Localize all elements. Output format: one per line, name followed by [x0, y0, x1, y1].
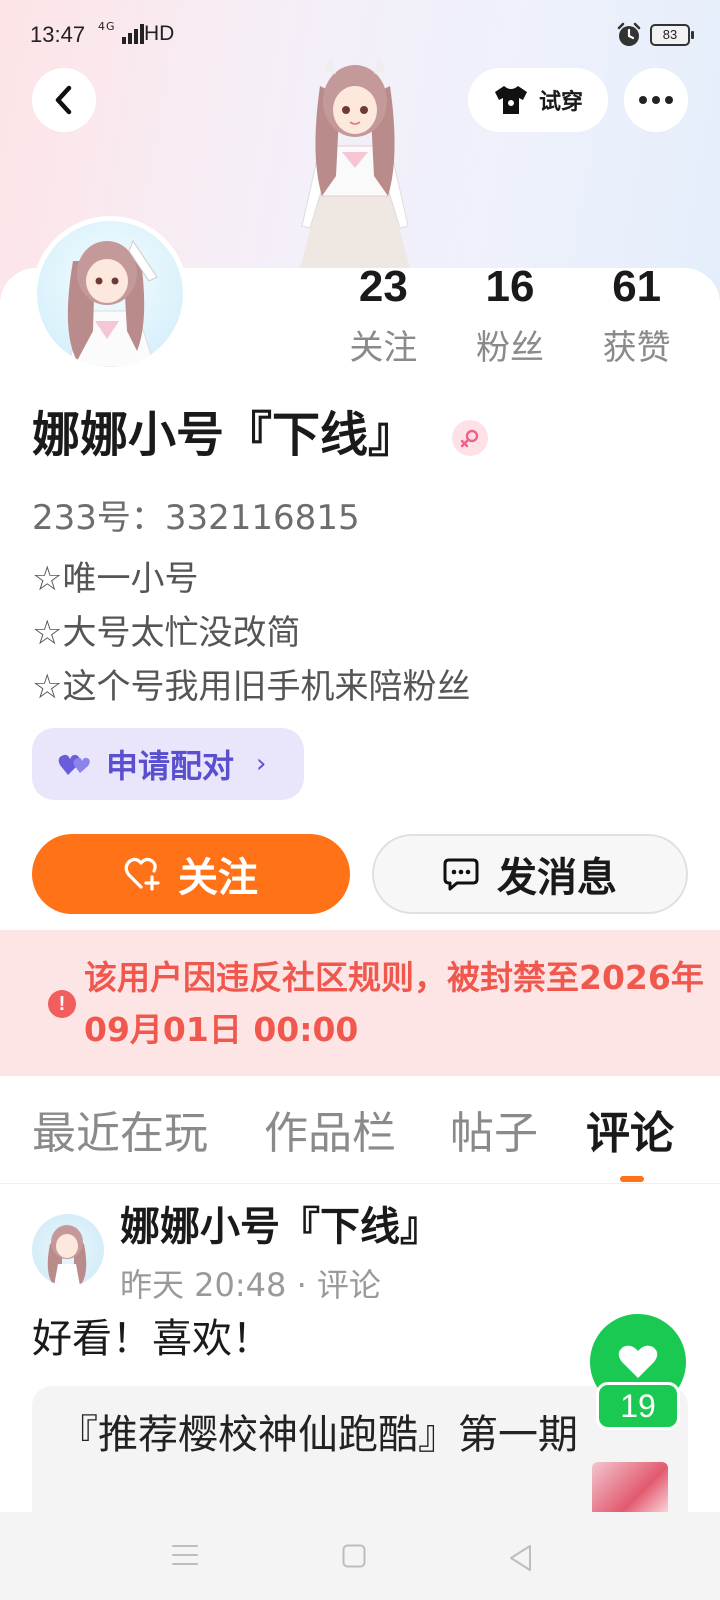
quoted-post-thumbnail — [592, 1462, 668, 1518]
more-options-button[interactable] — [624, 68, 688, 132]
avatar-illustration — [66, 239, 158, 367]
bio-line: ☆这个号我用旧手机来陪粉丝 — [32, 667, 471, 707]
system-navigation-bar — [0, 1512, 720, 1600]
tab-recently-played[interactable]: 最近在玩 — [32, 1104, 208, 1164]
send-message-button[interactable]: 发消息 — [372, 834, 688, 914]
quoted-post-title: 『推荐樱校神仙跑酷』第一期 — [58, 1412, 578, 1458]
chevron-left-icon — [55, 85, 72, 115]
comment-text: 好看！喜欢！ — [32, 1316, 272, 1362]
profile-bio: ☆唯一小号 ☆大号太忙没改简 ☆这个号我用旧手机来陪粉丝 — [32, 552, 470, 714]
tshirt-icon — [494, 86, 527, 114]
bio-line: ☆唯一小号 — [32, 559, 199, 599]
tab-posts[interactable]: 帖子 — [450, 1104, 538, 1164]
try-on-label: 试穿 — [538, 90, 583, 115]
profile-username: 娜娜小号『下线』 — [32, 407, 417, 463]
chat-bubble-icon — [443, 858, 479, 891]
stat-value: 61 — [612, 262, 662, 311]
stat-followers[interactable]: 16 粉丝 — [447, 262, 574, 369]
back-triangle-icon[interactable] — [508, 1544, 534, 1572]
double-heart-icon — [58, 754, 90, 775]
send-message-label: 发消息 — [497, 855, 617, 901]
profile-stats: 23 关注 16 粉丝 61 获赞 — [320, 262, 700, 369]
ban-notice: ! 该用户因违反社区规则，被封禁至2026年09月01日 00:00 — [0, 930, 720, 1076]
stat-label: 关注 — [349, 328, 418, 368]
menu-icon[interactable] — [172, 1544, 198, 1566]
profile-page: 13:47 4G HD 83 试穿 23 关注 16 粉丝 61 获赞 娜娜小号… — [0, 0, 720, 1600]
follow-label: 关注 — [178, 855, 258, 901]
follow-button[interactable]: 关注 — [32, 834, 350, 914]
active-tab-indicator — [620, 1176, 644, 1182]
user-avatar[interactable] — [32, 216, 188, 372]
user-id: 233号：332116815 — [32, 498, 360, 538]
avatar-3d-figure — [300, 58, 410, 268]
battery-indicator: 83 — [650, 24, 694, 46]
warning-icon: ! — [48, 990, 76, 1018]
back-button[interactable] — [32, 68, 96, 132]
network-type: 4G — [98, 20, 116, 33]
home-square-icon[interactable] — [342, 1544, 366, 1568]
try-on-button[interactable]: 试穿 — [468, 68, 608, 132]
bio-line: ☆大号太忙没改简 — [32, 613, 301, 653]
comment-author-name[interactable]: 娜娜小号『下线』 — [120, 1200, 440, 1254]
hd-indicator: HD — [144, 22, 175, 45]
status-time: 13:47 — [30, 22, 86, 47]
more-dots-icon — [639, 96, 647, 104]
stat-label: 粉丝 — [476, 328, 544, 368]
comment-meta: 昨天 20:48 · 评论 — [120, 1266, 381, 1304]
tab-comments[interactable]: 评论 — [586, 1104, 674, 1164]
ban-notice-text: 该用户因违反社区规则，被封禁至2026年09月01日 00:00 — [84, 958, 704, 1049]
female-icon — [452, 420, 488, 456]
tab-works[interactable]: 作品栏 — [264, 1104, 396, 1164]
stat-value: 16 — [485, 262, 535, 311]
comment-author-avatar[interactable] — [32, 1214, 104, 1286]
heart-plus-icon — [124, 857, 160, 891]
chevron-right-icon: › — [256, 749, 267, 779]
profile-tabs: 最近在玩 作品栏 帖子 评论 — [0, 1104, 720, 1184]
like-count-badge: 19 — [596, 1382, 680, 1430]
request-pair-button[interactable]: 申请配对 › — [32, 728, 304, 800]
heart-icon — [618, 1345, 658, 1378]
stat-following[interactable]: 23 关注 — [320, 262, 447, 369]
request-pair-label: 申请配对 — [106, 747, 235, 785]
stat-value: 23 — [358, 262, 408, 311]
alarm-icon — [617, 22, 641, 46]
stat-likes[interactable]: 61 获赞 — [573, 262, 700, 369]
signal-icon — [122, 24, 144, 44]
stat-label: 获赞 — [602, 328, 671, 368]
